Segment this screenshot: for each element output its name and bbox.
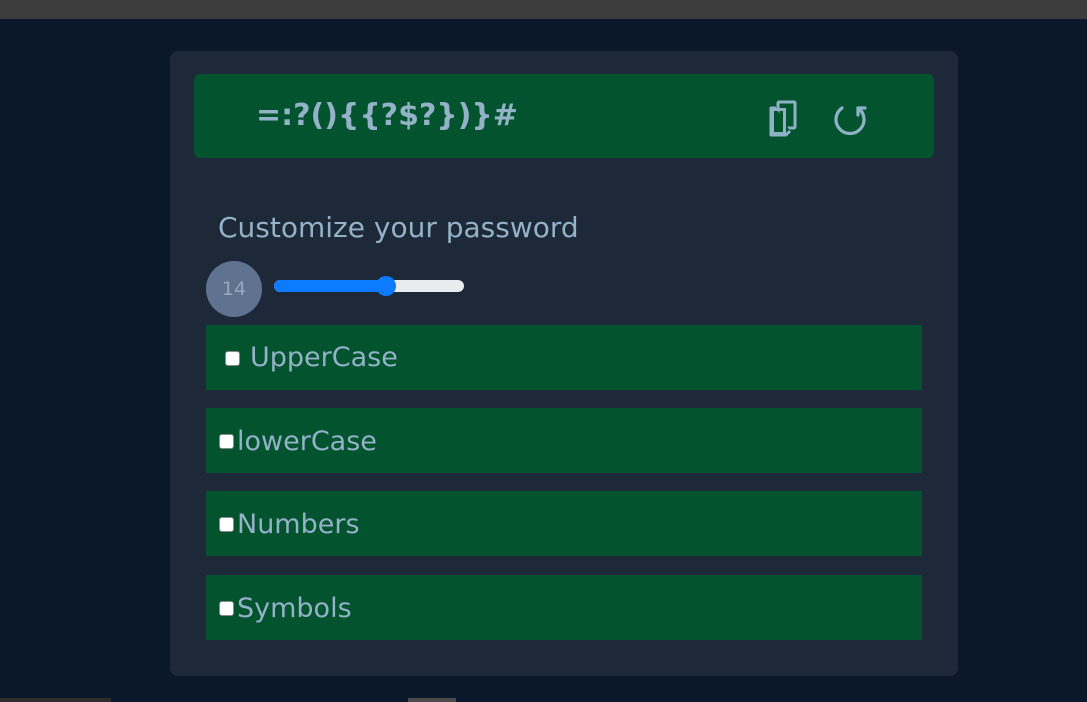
slider-track[interactable] [274, 280, 464, 292]
option-lowercase[interactable]: lowerCase [206, 408, 922, 473]
option-symbols[interactable]: Symbols [206, 575, 922, 640]
password-generator-card: =:?(){{?$?})}# Customize your password 1… [170, 51, 958, 676]
option-uppercase[interactable]: UpperCase [206, 325, 922, 390]
copy-icon [769, 100, 797, 137]
numbers-label: Numbers [237, 509, 360, 540]
symbols-checkbox[interactable] [219, 601, 234, 616]
slider-thumb[interactable] [376, 276, 396, 296]
slider-fill [274, 280, 386, 292]
lowercase-checkbox[interactable] [219, 434, 234, 449]
refresh-icon [834, 106, 867, 136]
option-numbers[interactable]: Numbers [206, 491, 922, 556]
customize-title: Customize your password [218, 211, 579, 244]
taskbar-segment [0, 698, 111, 702]
copy-button[interactable] [766, 98, 802, 138]
lowercase-label: lowerCase [237, 426, 377, 457]
uppercase-checkbox[interactable] [225, 351, 240, 366]
length-slider[interactable] [274, 276, 466, 298]
uppercase-label: UpperCase [250, 342, 398, 373]
numbers-checkbox[interactable] [219, 517, 234, 532]
taskbar-segment [408, 698, 456, 702]
window-top-bar [0, 0, 1087, 19]
symbols-label: Symbols [237, 593, 352, 624]
length-badge: 14 [206, 261, 262, 317]
regenerate-button[interactable] [832, 98, 868, 138]
generated-password: =:?(){{?$?})}# [256, 98, 518, 133]
password-display: =:?(){{?$?})}# [194, 74, 934, 158]
taskbar-strip [0, 698, 1087, 702]
